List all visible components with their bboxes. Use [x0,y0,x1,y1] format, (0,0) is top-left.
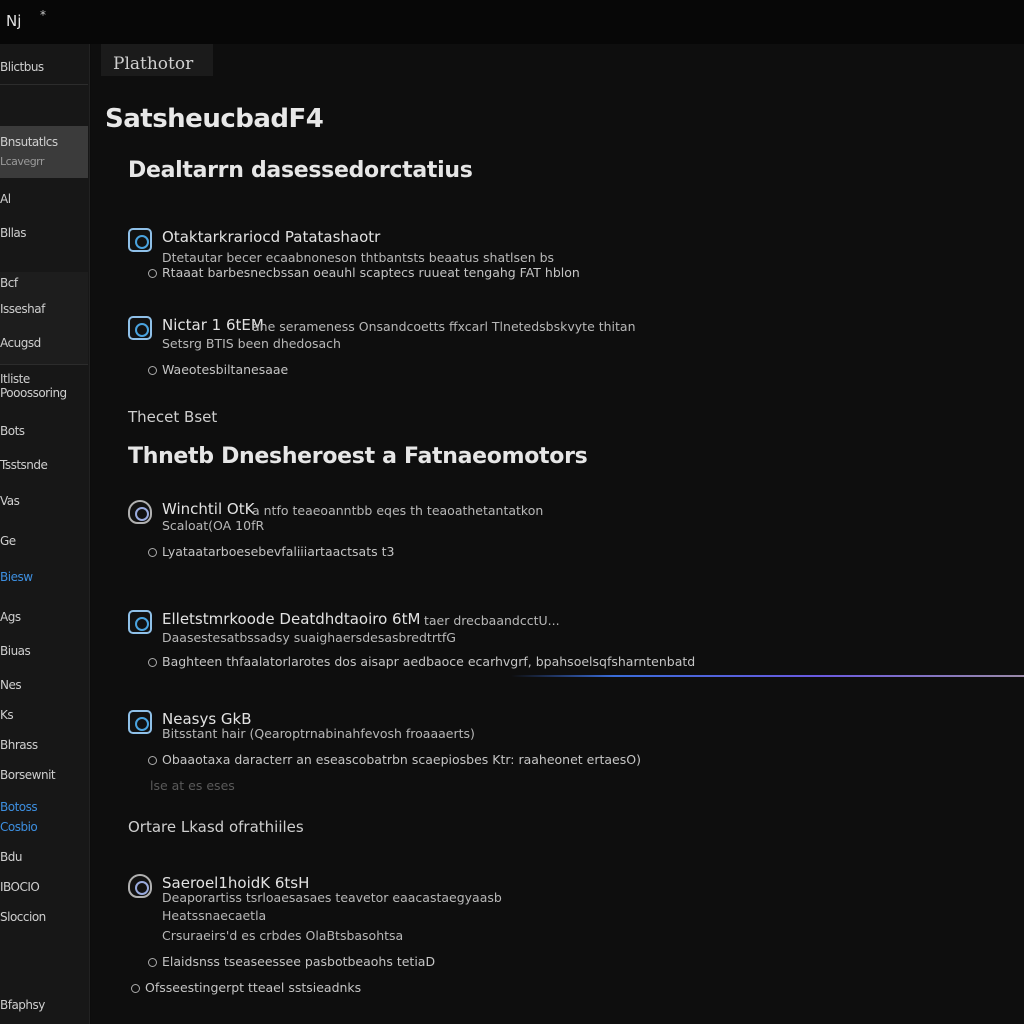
sidebar-item-label: Bfaphsy [0,998,45,1012]
tab-active[interactable]: Plathotor [101,44,214,76]
entry-description: Heatssnaecaetla [162,908,267,923]
sidebar-item-label: Sloccion [0,910,46,924]
sidebar-item[interactable]: Cosbio [0,814,88,840]
footer-bullet: Ofsseestingerpt tteael sstsieadnks [130,980,362,995]
sidebar: Blictbus Bnsutatlcs Lcavegrr Al Bllas Bc… [0,44,90,1024]
entry-description: Bitsstant hair (Qearoptrnabinahfevosh fr… [162,726,475,741]
entry-bullet: Rtaaat barbesnecbssan oeauhl scaptecs ru… [148,265,580,280]
page-title: SatsheucbadF4 [105,104,324,134]
entry-description: Scaloat(OA 10fR [162,518,265,533]
sidebar-item-label: Bdu [0,850,22,864]
entry-title: Elletstmrkoode Deatdhdtaoiro 6tM [162,610,421,628]
sidebar-item-label: Acugsd [0,336,41,350]
section-heading: Dealtarrn dasessedorctatius [128,158,473,183]
entry-title-tail: ane serameness Onsandcoetts ffxcarl Tlne… [252,319,636,334]
section-label: Thecet Bset [128,408,218,426]
sidebar-item-label: Biuas [0,644,31,658]
user-icon [128,874,152,898]
entry-bullet: Elaidsnss tseaseessee pasbotbeaohs tetia… [147,954,436,969]
entry-title: Otaktarkrariocd Patatashaotr [162,228,381,246]
entry-bullet: Obaaotaxa daracterr an eseascobatrbn sca… [148,752,641,767]
bell-icon [128,500,152,524]
sidebar-item-label: Ge [0,534,16,548]
entry-title-tail: taer drecbaandcctU... [424,613,560,628]
sidebar-item-label: Cosbio [0,820,38,834]
title-mark: * [40,8,46,22]
sidebar-item[interactable]: Ge [0,528,88,554]
sidebar-item-active[interactable]: Bnsutatlcs Lcavegrr [0,126,88,178]
sidebar-item[interactable]: Acugsd [0,330,88,356]
sidebar-item-label: Isseshaf [0,302,45,316]
sidebar-item[interactable]: IBOCIO [0,874,88,900]
progress-glow-line [511,675,1024,677]
sidebar-item[interactable]: Bdu [0,844,88,870]
sidebar-item-label: Tsstsnde [0,458,48,472]
sidebar-item-label: Bllas [0,226,27,240]
sidebar-divider [0,364,88,365]
sidebar-divider [0,84,88,85]
settings-icon [128,610,152,634]
sidebar-item[interactable]: Borsewnit [0,762,88,788]
sidebar-item[interactable]: Blictbus [0,54,88,80]
sidebar-item[interactable]: Biuas [0,638,88,664]
main-content: Plathotor SatsheucbadF4 Dealtarrn dasess… [91,44,1024,1024]
sidebar-item-sublabel: Lcavegrr [0,155,45,168]
sidebar-item-label: Pooossoring [0,386,67,400]
entry-description: Setsrg BTIS been dhedosach [162,336,341,351]
sidebar-item-label: Ks [0,708,14,722]
sidebar-item[interactable]: Ks [0,702,88,728]
sidebar-item[interactable]: Isseshaf [0,296,88,322]
sidebar-item-label: Bots [0,424,25,438]
sidebar-item-label: Borsewnit [0,768,56,782]
disk-icon [128,710,152,734]
section-heading: Thnetb Dnesheroest a Fatnaeomotors [128,444,588,469]
sidebar-item[interactable]: Bhrass [0,732,88,758]
sidebar-item[interactable]: Nes [0,672,88,698]
app-icon [128,228,152,252]
sidebar-item[interactable]: Sloccion [0,904,88,930]
sidebar-item[interactable]: Bots [0,418,88,444]
sidebar-item[interactable]: Ags [0,604,88,630]
sidebar-item-label: Vas [0,494,20,508]
entry-extra: lse at es eses [150,778,235,793]
sidebar-item-label: Al [0,192,11,206]
sidebar-item[interactable]: Biesw [0,564,88,590]
sidebar-item-label: IBOCIO [0,880,40,894]
sidebar-item-label: Bhrass [0,738,38,752]
sidebar-item-label: Bnsutatlcs [0,135,58,149]
sidebar-item-label: Blictbus [0,60,44,74]
sidebar-item[interactable]: Bcf [0,270,88,296]
sidebar-item[interactable]: Bllas [0,220,88,246]
sidebar-item-label: Ags [0,610,21,624]
sidebar-item-label: Biesw [0,570,33,584]
entry-description: Dtetautar becer ecaabnoneson thtbantsts … [162,250,555,265]
entry-description: Daasestesatbssadsy suaighaersdesasbredtr… [162,630,456,645]
sidebar-item[interactable]: Tsstsnde [0,452,88,478]
entry-description: Crsuraeirs'd es crbdes OlaBtsbasohtsa [162,928,404,943]
sidebar-item[interactable]: Pooossoring [0,380,88,406]
entry-title: Winchtil OtK [162,500,255,518]
sidebar-item[interactable]: Al [0,186,88,212]
sidebar-item-label: Bcf [0,276,18,290]
entry-title: Nictar 1 6tEM [162,316,264,334]
entry-bullet: Baghteen thfaalatorlarotes dos aisapr ae… [147,654,696,669]
sidebar-item[interactable]: Bfaphsy [0,992,88,1018]
sidebar-item-label: Botoss [0,800,38,814]
sidebar-item[interactable]: Vas [0,488,88,514]
app-title: Nj [6,12,22,30]
sidebar-item-label: Nes [0,678,22,692]
entry-bullet: Lyataatarboesebevfaliiiartaactsats t3 [147,544,395,559]
entry-bullet: Waeotesbiltanesaae [147,362,289,377]
entry-description: Deaporartiss tsrloaesasaes teavetor eaac… [162,890,502,905]
entry-title-tail: a ntfo teaeoanntbb eqes th teaoathetanta… [252,503,544,518]
chat-icon [128,316,152,340]
section-label: Ortare Lkasd ofrathiiles [128,818,304,836]
title-bar: Nj * [0,0,1024,44]
